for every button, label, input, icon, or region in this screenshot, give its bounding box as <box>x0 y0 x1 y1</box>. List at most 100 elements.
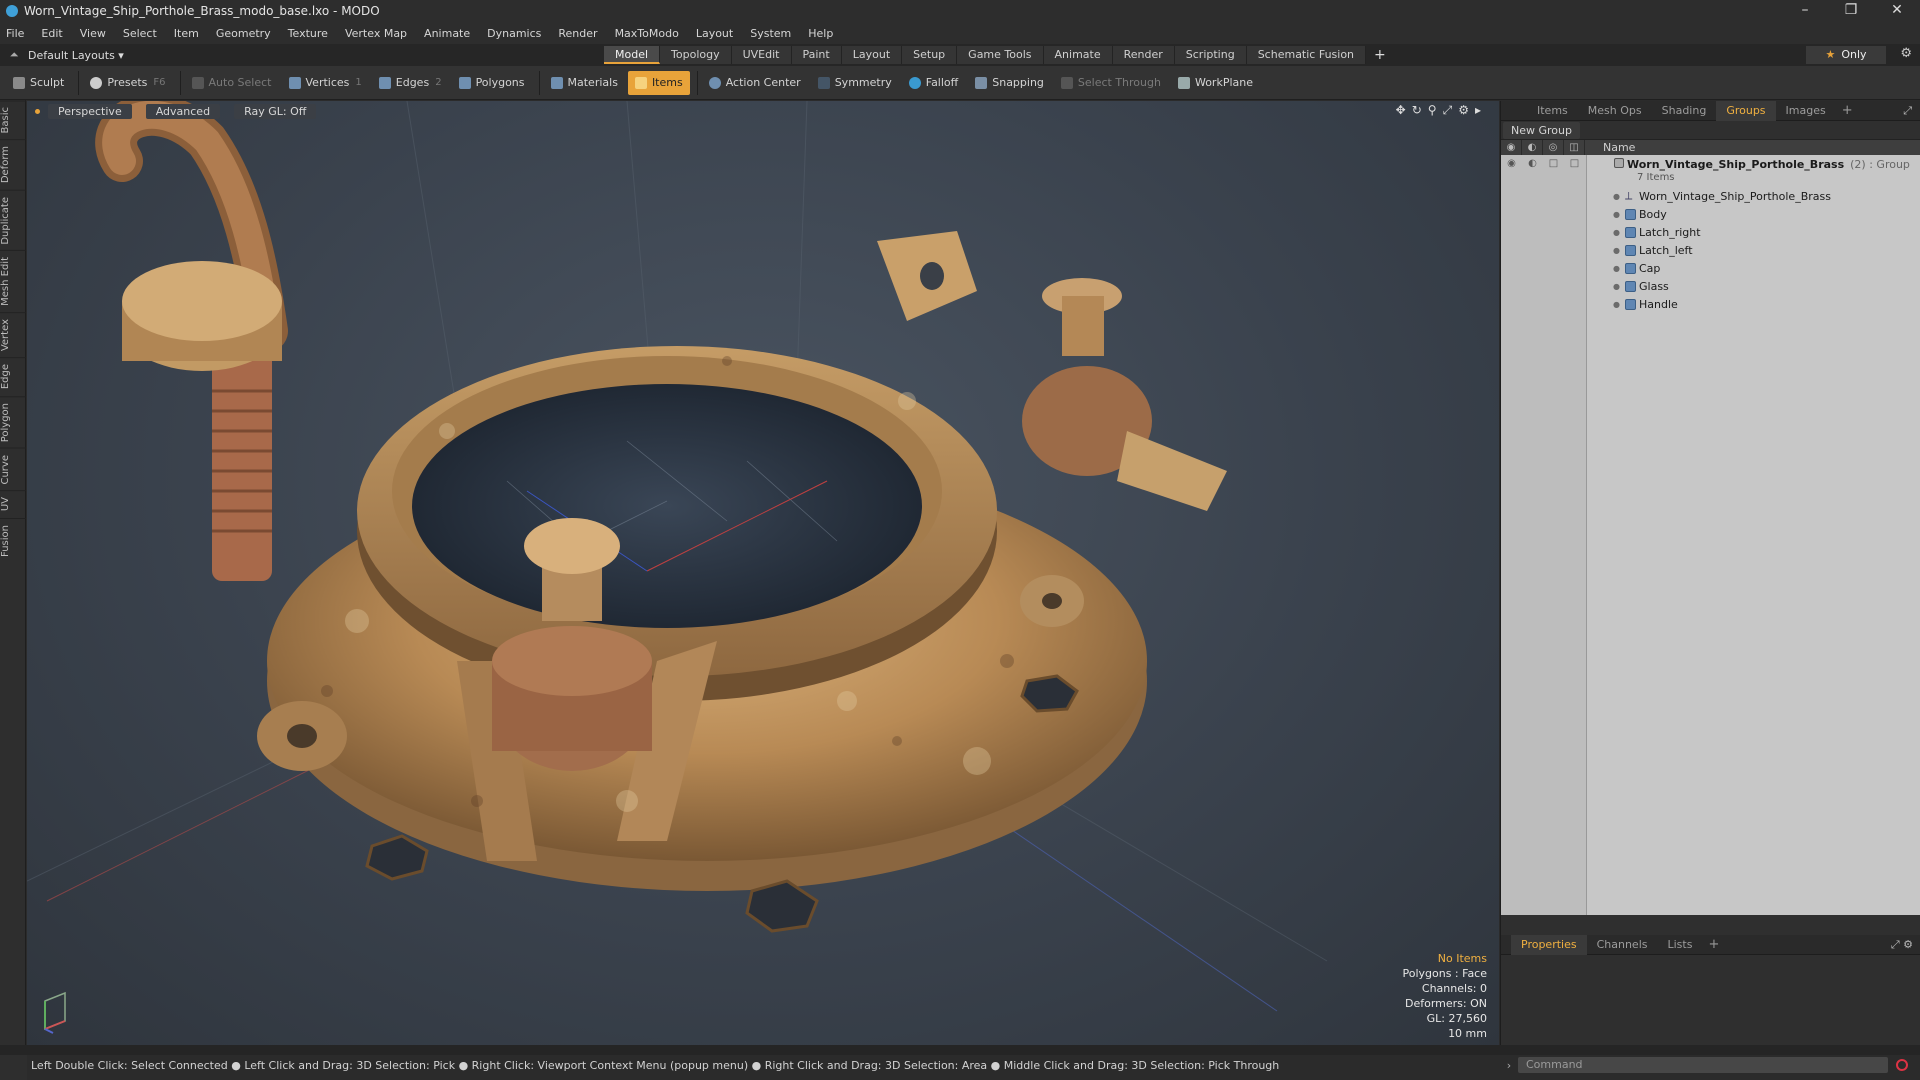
gear-icon[interactable]: ⚙ <box>1900 46 1912 61</box>
viewport-gear-icon[interactable]: ⚙ <box>1458 103 1469 118</box>
tab-topology[interactable]: Topology <box>660 46 732 64</box>
polygons-button[interactable]: Polygons <box>452 71 532 95</box>
tab-render[interactable]: Render <box>1112 46 1175 64</box>
raygl-toggle[interactable]: Ray GL: Off <box>234 103 317 119</box>
close-button[interactable]: ✕ <box>1874 0 1920 22</box>
snapping-button[interactable]: Snapping <box>968 71 1051 95</box>
select-through-button[interactable]: Select Through <box>1054 71 1168 95</box>
tab-shading[interactable]: Shading <box>1652 101 1717 121</box>
left-tab-basic[interactable]: Basic <box>0 100 26 140</box>
new-group-button[interactable]: New Group <box>1503 121 1580 139</box>
only-button[interactable]: ★ Only <box>1806 46 1886 64</box>
shading-dropdown[interactable]: Advanced <box>145 103 221 119</box>
menu-view[interactable]: View <box>80 27 106 40</box>
tab-lists[interactable]: Lists <box>1658 935 1703 955</box>
presets-button[interactable]: Presets F6 <box>83 71 172 95</box>
add-tab-button[interactable]: + <box>1366 46 1394 64</box>
tab-mesh-ops[interactable]: Mesh Ops <box>1578 101 1652 121</box>
workplane-button[interactable]: WorkPlane <box>1171 71 1260 95</box>
menu-system[interactable]: System <box>750 27 791 40</box>
minimize-button[interactable]: – <box>1782 0 1828 22</box>
render-column-icon[interactable]: ◐ <box>1522 140 1543 155</box>
lock-column-icon[interactable]: ◎ <box>1543 140 1564 155</box>
tab-properties[interactable]: Properties <box>1511 934 1587 955</box>
stop-icon[interactable] <box>1896 1059 1908 1071</box>
pan-icon[interactable]: ✥ <box>1396 103 1406 118</box>
layout-home-icon[interactable]: ⏶ <box>0 48 28 62</box>
left-tab-fusion[interactable]: Fusion <box>0 517 26 563</box>
tab-uvedit[interactable]: UVEdit <box>731 46 792 64</box>
left-tab-deform[interactable]: Deform <box>0 139 26 190</box>
eye-icon[interactable]: ◉ <box>1501 158 1522 169</box>
auto-select-button[interactable]: Auto Select <box>185 71 279 95</box>
select-icon[interactable]: □ <box>1564 158 1585 169</box>
tree-item[interactable]: ● Cap <box>1501 259 1920 277</box>
menu-maxtomodo[interactable]: MaxToModo <box>615 27 679 40</box>
3d-viewport[interactable]: Perspective Advanced Ray GL: Off ✥ ↻ ⚲ ⤢… <box>27 101 1499 1045</box>
add-props-tab-button[interactable]: + <box>1702 937 1725 952</box>
left-tab-edge[interactable]: Edge <box>0 357 26 396</box>
command-history-icon[interactable]: › <box>1500 1059 1518 1072</box>
left-tab-polygon[interactable]: Polygon <box>0 395 26 448</box>
tab-model[interactable]: Model <box>604 46 661 64</box>
group-row[interactable]: ◉ ◐ □ □ Worn_Vintage_Ship_Porthole_Brass… <box>1501 155 1920 187</box>
tree-item[interactable]: ● Handle <box>1501 295 1920 313</box>
tab-images[interactable]: Images <box>1776 101 1836 121</box>
menu-texture[interactable]: Texture <box>288 27 328 40</box>
left-tab-uv[interactable]: UV <box>0 490 26 518</box>
menu-select[interactable]: Select <box>123 27 157 40</box>
tab-groups[interactable]: Groups <box>1716 100 1776 121</box>
tree-item[interactable]: ● Glass <box>1501 277 1920 295</box>
menu-edit[interactable]: Edit <box>41 27 62 40</box>
command-input[interactable]: Command <box>1518 1057 1888 1073</box>
left-tab-duplicate[interactable]: Duplicate <box>0 189 26 251</box>
left-tab-curve[interactable]: Curve <box>0 447 26 491</box>
viewport-menu-dot[interactable] <box>35 108 40 114</box>
items-button[interactable]: Items <box>627 70 690 95</box>
sculpt-button[interactable]: Sculpt <box>6 71 71 95</box>
menu-render[interactable]: Render <box>558 27 597 40</box>
vertices-button[interactable]: Vertices 1 <box>282 71 369 95</box>
tree-item[interactable]: ● Latch_right <box>1501 223 1920 241</box>
select-column-icon[interactable]: ◫ <box>1564 140 1585 155</box>
maximize-button[interactable]: ❐ <box>1828 0 1874 22</box>
menu-help[interactable]: Help <box>808 27 833 40</box>
falloff-button[interactable]: Falloff <box>902 71 965 95</box>
edges-button[interactable]: Edges 2 <box>372 71 449 95</box>
zoom-icon[interactable]: ⚲ <box>1428 103 1437 118</box>
perspective-dropdown[interactable]: Perspective <box>48 103 132 119</box>
left-tab-vertex[interactable]: Vertex <box>0 312 26 358</box>
menu-geometry[interactable]: Geometry <box>216 27 271 40</box>
tab-animate[interactable]: Animate <box>1043 46 1113 64</box>
lock-icon[interactable]: □ <box>1543 158 1564 169</box>
menu-vertex-map[interactable]: Vertex Map <box>345 27 407 40</box>
panel-expand-icon[interactable]: ⤢ <box>1903 104 1912 118</box>
tree-item[interactable]: ● ⟂ Worn_Vintage_Ship_Porthole_Brass <box>1501 187 1920 205</box>
tab-setup[interactable]: Setup <box>902 46 958 64</box>
tab-paint[interactable]: Paint <box>791 46 842 64</box>
menu-file[interactable]: File <box>6 27 24 40</box>
viewport-expand-icon[interactable]: ▸ <box>1475 103 1481 118</box>
default-layouts-dropdown[interactable]: Default Layouts ▾ <box>28 49 124 62</box>
tab-scripting[interactable]: Scripting <box>1174 46 1247 64</box>
menu-animate[interactable]: Animate <box>424 27 470 40</box>
action-center-button[interactable]: Action Center <box>702 71 808 95</box>
left-tab-mesh-edit[interactable]: Mesh Edit <box>0 250 26 313</box>
tab-items[interactable]: Items <box>1527 101 1578 121</box>
add-panel-tab-button[interactable]: + <box>1836 103 1859 118</box>
render-icon[interactable]: ◐ <box>1522 158 1543 169</box>
tree-item[interactable]: ● Body <box>1501 205 1920 223</box>
tree-item[interactable]: ● Latch_left <box>1501 241 1920 259</box>
menu-item[interactable]: Item <box>174 27 199 40</box>
symmetry-button[interactable]: Symmetry <box>811 71 899 95</box>
materials-button[interactable]: Materials <box>544 71 625 95</box>
menu-layout[interactable]: Layout <box>696 27 733 40</box>
tab-channels[interactable]: Channels <box>1587 935 1658 955</box>
tab-game-tools[interactable]: Game Tools <box>957 46 1044 64</box>
menu-dynamics[interactable]: Dynamics <box>487 27 541 40</box>
visibility-column-icon[interactable]: ◉ <box>1501 140 1522 155</box>
fit-icon[interactable]: ⤢ <box>1443 103 1453 118</box>
rotate-icon[interactable]: ↻ <box>1412 103 1422 118</box>
tab-layout[interactable]: Layout <box>841 46 903 64</box>
tab-schematic-fusion[interactable]: Schematic Fusion <box>1246 46 1367 64</box>
